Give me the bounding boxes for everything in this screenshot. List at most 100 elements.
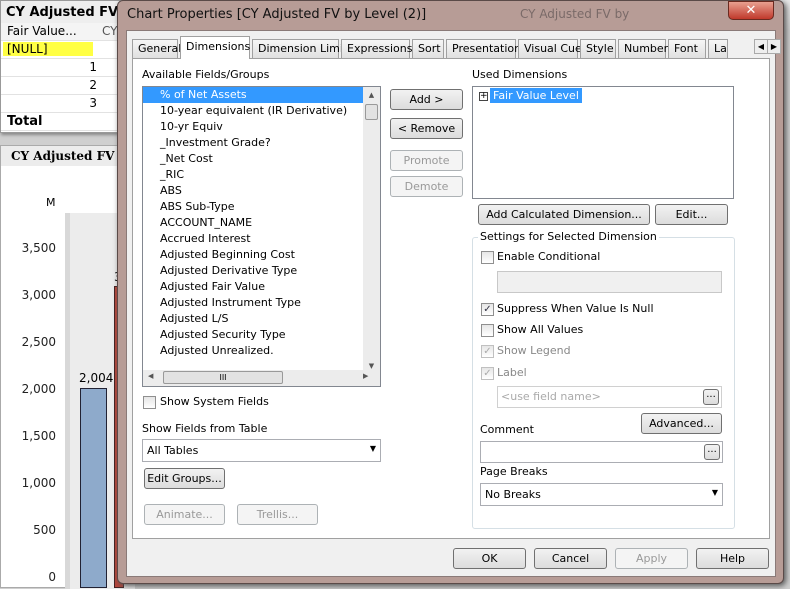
help-button[interactable]: Help: [696, 548, 769, 569]
conditional-expression-field[interactable]: [497, 271, 722, 293]
demote-button[interactable]: Demote: [390, 176, 463, 197]
scroll-left-arrow[interactable]: ◀: [148, 372, 153, 380]
tab-number[interactable]: Number: [618, 39, 668, 58]
vertical-scrollbar[interactable]: ▲ ▼: [363, 87, 380, 370]
field-list-item[interactable]: ABS Sub-Type: [143, 199, 364, 215]
suppress-null-label: Suppress When Value Is Null: [497, 302, 654, 315]
table-row[interactable]: 2: [1, 77, 129, 95]
scroll-up-arrow[interactable]: ▲: [363, 87, 380, 104]
field-list-item[interactable]: 10-year equivalent (IR Derivative): [143, 103, 364, 119]
bar-null[interactable]: [80, 388, 107, 588]
table-row[interactable]: 3: [1, 95, 129, 113]
apply-button[interactable]: Apply: [615, 548, 688, 569]
remove-button[interactable]: < Remove: [390, 118, 463, 139]
trellis-button[interactable]: Trellis...: [237, 504, 318, 525]
field-list-item[interactable]: _RIC: [143, 167, 364, 183]
tab-font[interactable]: Font: [668, 39, 706, 58]
field-list-item[interactable]: Adjusted Instrument Type: [143, 295, 364, 311]
label-field[interactable]: <use field name>: [497, 386, 722, 408]
field-list-item[interactable]: Adjusted Derivative Type: [143, 263, 364, 279]
tab-presentation[interactable]: Presentation: [446, 39, 521, 58]
tab-general[interactable]: General: [132, 39, 181, 58]
ok-button[interactable]: OK: [453, 548, 526, 569]
y-tick-label: 1,000: [21, 476, 56, 490]
dropdown-arrow-icon: ▼: [711, 488, 718, 497]
page-breaks-value: No Breaks: [485, 488, 541, 501]
y-tick-label: 3,500: [21, 241, 56, 255]
comment-field[interactable]: [480, 441, 723, 463]
field-list-item[interactable]: 10-yr Equiv: [143, 119, 364, 135]
show-legend-checkbox[interactable]: ✓: [481, 345, 494, 358]
show-all-values-checkbox[interactable]: [481, 324, 494, 337]
horizontal-scrollbar[interactable]: ◀ III ▶: [143, 370, 380, 386]
column-header: Fair Value...: [7, 24, 77, 38]
label-label: Label: [497, 366, 527, 379]
field-list-item[interactable]: _Investment Grade?: [143, 135, 364, 151]
available-fields-list[interactable]: % of Net Assets 10-year equivalent (IR De…: [142, 86, 381, 387]
promote-button[interactable]: Promote: [390, 150, 463, 171]
edit-button[interactable]: Edit...: [655, 204, 728, 225]
field-list-item[interactable]: ACCOUNT_NAME: [143, 215, 364, 231]
tab-scroll-right[interactable]: ▶: [767, 39, 781, 54]
tab-style[interactable]: Style: [580, 39, 616, 58]
enable-conditional-checkbox[interactable]: [481, 251, 494, 264]
page-breaks-select[interactable]: No Breaks ▼: [480, 483, 723, 506]
label-placeholder: <use field name>: [501, 390, 601, 403]
unit-label: M: [46, 196, 56, 209]
edit-groups-button[interactable]: Edit Groups...: [144, 468, 225, 489]
tab-sort[interactable]: Sort: [412, 39, 444, 58]
tab-dimension-limits[interactable]: Dimension Limits: [252, 39, 353, 58]
show-system-fields-label: Show System Fields: [160, 395, 269, 408]
field-list-item[interactable]: Accrued Interest: [143, 231, 364, 247]
close-button[interactable]: ✕: [728, 1, 774, 20]
animate-button[interactable]: Animate...: [144, 504, 225, 525]
tab-la[interactable]: La: [708, 39, 728, 58]
chart-properties-dialog: Chart Properties [CY Adjusted FV by Leve…: [117, 0, 784, 584]
used-dimensions-list[interactable]: + Fair Value Level: [472, 86, 734, 199]
table-row[interactable]: 1: [1, 59, 129, 77]
add-calculated-dimension-button[interactable]: Add Calculated Dimension...: [478, 204, 650, 225]
column-header-2: CY: [102, 24, 118, 38]
field-list-item[interactable]: Adjusted Beginning Cost: [143, 247, 364, 263]
table-header[interactable]: Fair Value... CY: [1, 23, 129, 41]
y-tick-label: 500: [33, 523, 56, 537]
used-dimension-item[interactable]: Fair Value Level: [490, 88, 582, 103]
scroll-down-arrow[interactable]: ▼: [363, 362, 380, 370]
field-list-item[interactable]: ABS: [143, 183, 364, 199]
bar-data-label: 2,004: [79, 371, 114, 385]
table-select-value: All Tables: [147, 444, 199, 457]
chart-title: CY Adjusted FV: [1, 146, 129, 166]
scroll-thumb[interactable]: [365, 104, 378, 120]
label-ellipsis-button[interactable]: ...: [703, 389, 719, 405]
tab-visual-cues[interactable]: Visual Cues: [518, 39, 588, 58]
label-checkbox[interactable]: ✓: [481, 367, 494, 380]
tab-scroll-left[interactable]: ◀: [754, 39, 768, 54]
cancel-button[interactable]: Cancel: [534, 548, 607, 569]
show-fields-from-table-label: Show Fields from Table: [142, 422, 268, 435]
field-list-item[interactable]: Adjusted Fair Value: [143, 279, 364, 295]
hscroll-thumb[interactable]: III: [163, 371, 283, 384]
suppress-null-checkbox[interactable]: ✓: [481, 303, 494, 316]
field-list-item[interactable]: _Net Cost: [143, 151, 364, 167]
null-cell: [NULL]: [3, 42, 93, 56]
field-list-item[interactable]: % of Net Assets: [143, 87, 364, 103]
field-list-item[interactable]: Adjusted L/S: [143, 311, 364, 327]
show-system-fields-checkbox[interactable]: [143, 396, 156, 409]
tab-expressions[interactable]: Expressions: [341, 39, 412, 58]
tab-dimensions[interactable]: Dimensions: [180, 36, 250, 59]
dialog-title: Chart Properties [CY Adjusted FV by Leve…: [127, 7, 427, 22]
add-button[interactable]: Add >: [390, 89, 463, 110]
comment-ellipsis-button[interactable]: ...: [704, 444, 720, 460]
field-list-item[interactable]: Adjusted Security Type: [143, 327, 364, 343]
scroll-right-arrow[interactable]: ▶: [363, 372, 368, 380]
used-dimensions-label: Used Dimensions: [472, 68, 568, 81]
table-title: CY Adjusted FV b: [1, 1, 129, 23]
field-list-item[interactable]: Adjusted Unrealized.: [143, 343, 364, 359]
bar-chart[interactable]: CY Adjusted FV M 3,500 3,000 2,500 2,000 1,5…: [0, 145, 135, 589]
table-row[interactable]: [NULL]: [1, 41, 129, 59]
advanced-button[interactable]: Advanced...: [641, 413, 722, 434]
expand-icon[interactable]: +: [479, 92, 488, 101]
table-select[interactable]: All Tables ▼: [142, 439, 381, 462]
straight-table[interactable]: CY Adjusted FV b Fair Value... CY [NULL]…: [0, 0, 130, 133]
comment-label: Comment: [480, 423, 534, 436]
